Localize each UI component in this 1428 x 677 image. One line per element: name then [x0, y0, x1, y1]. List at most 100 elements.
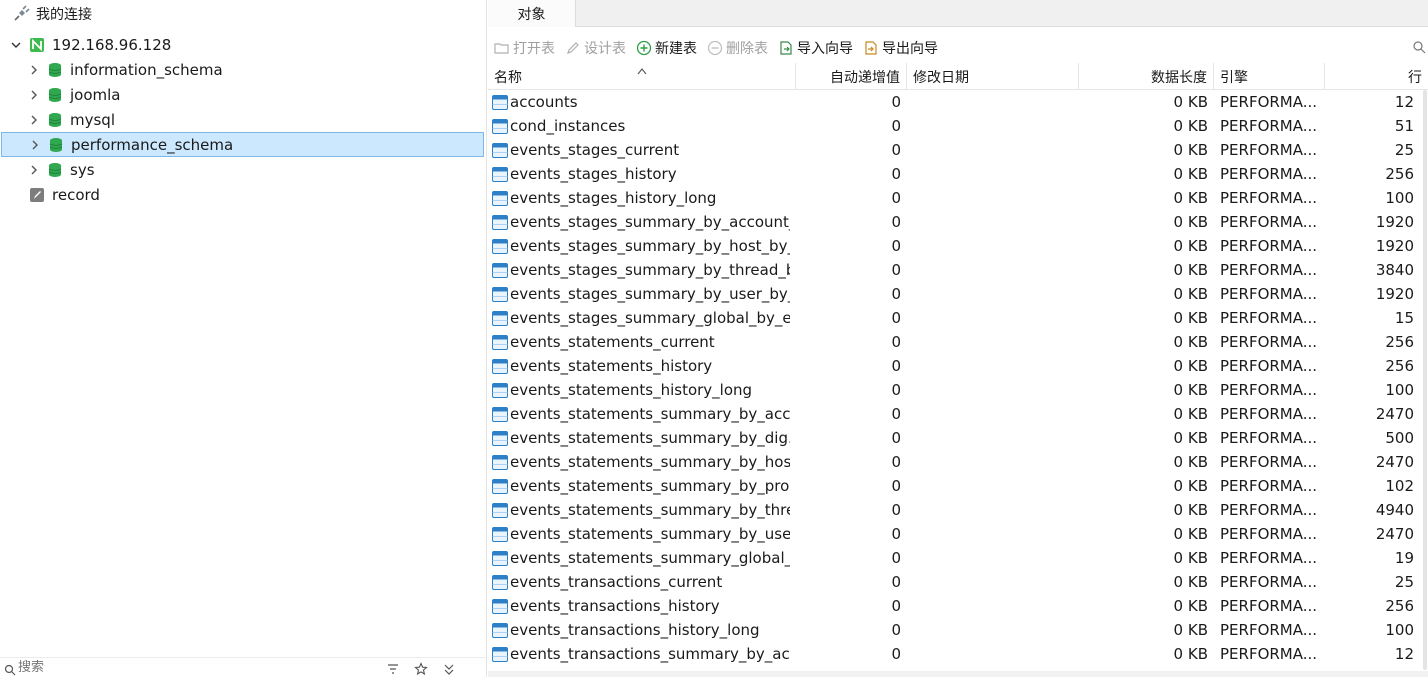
new-table-button[interactable]: 新建表: [636, 38, 697, 58]
column-header-engine[interactable]: 引擎: [1214, 63, 1325, 90]
database-node-selected[interactable]: performance_schema: [1, 132, 484, 157]
navigator-search-bar: [0, 657, 486, 677]
database-label: information_schema: [70, 60, 223, 79]
table-row[interactable]: events_statements_history 0 0 KB PERFORMA..…: [488, 354, 1428, 378]
table-row[interactable]: events_statements_summary_by_hos... 0 0 KB…: [488, 450, 1428, 474]
export-wizard-button[interactable]: 导出向导: [863, 38, 938, 58]
table-row[interactable]: events_stages_summary_by_thread_b... 0 0 K…: [488, 258, 1428, 282]
table-icon: [492, 118, 508, 134]
table-icon: [492, 310, 508, 326]
column-header-rows[interactable]: 行: [1325, 63, 1428, 90]
search-icon: [4, 662, 16, 675]
cell-data-length: 0 KB: [1173, 189, 1208, 207]
column-header-data-length[interactable]: 数据长度: [1079, 63, 1214, 90]
table-icon: [492, 598, 508, 614]
horizontal-scrollbar[interactable]: [488, 671, 1428, 677]
cell-auto-increment: 0: [891, 285, 901, 303]
database-node[interactable]: sys: [0, 157, 484, 182]
table-row[interactable]: events_statements_summary_by_pro... 0 0 KB…: [488, 474, 1428, 498]
database-icon: [47, 62, 63, 78]
open-table-button[interactable]: 打开表: [494, 38, 555, 58]
cell-rows: 256: [1385, 357, 1414, 375]
design-table-button[interactable]: 设计表: [565, 38, 626, 58]
table-row[interactable]: events_stages_current 0 0 KB PERFORMA... 25: [488, 138, 1428, 162]
cell-modified: [907, 186, 1079, 210]
cell-modified: [907, 138, 1079, 162]
chevron-down-icon[interactable]: [9, 38, 23, 52]
cell-name: events_stages_history_long: [488, 186, 796, 210]
table-row[interactable]: events_statements_summary_global_... 0 0 K…: [488, 546, 1428, 570]
table-row[interactable]: events_statements_summary_by_dig... 0 0 KB…: [488, 426, 1428, 450]
vertical-scrollbar[interactable]: [1420, 90, 1428, 675]
cell-name: events_statements_summary_by_acc...: [488, 402, 796, 426]
chevron-right-icon[interactable]: [27, 163, 41, 177]
cell-modified: [907, 570, 1079, 594]
table-name: events_transactions_history: [510, 597, 720, 615]
table-icon: [492, 454, 508, 470]
cell-data-length: 0 KB: [1173, 405, 1208, 423]
tab-objects[interactable]: 对象: [488, 0, 576, 27]
table-icon: [492, 94, 508, 110]
table-name: events_stages_summary_by_host_by_...: [510, 237, 790, 255]
table-row[interactable]: cond_instances 0 0 KB PERFORMA... 51: [488, 114, 1428, 138]
table-row[interactable]: events_statements_current 0 0 KB PERFORMA..…: [488, 330, 1428, 354]
database-node[interactable]: information_schema: [0, 57, 484, 82]
table-row[interactable]: events_stages_history_long 0 0 KB PERFORMA.…: [488, 186, 1428, 210]
column-header-modified[interactable]: 修改日期: [907, 63, 1079, 90]
chevron-right-icon[interactable]: [28, 138, 42, 152]
database-node[interactable]: mysql: [0, 107, 484, 132]
table-row[interactable]: events_stages_summary_by_host_by_... 0 0 K…: [488, 234, 1428, 258]
table-row[interactable]: events_statements_summary_by_thre... 0 0 K…: [488, 498, 1428, 522]
cell-engine: PERFORMA...: [1220, 117, 1318, 135]
table-row[interactable]: events_stages_summary_by_account_... 0 0 K…: [488, 210, 1428, 234]
cell-auto-increment: 0: [891, 93, 901, 111]
cell-rows: 2470: [1375, 525, 1414, 543]
table-name: events_statements_summary_global_...: [510, 549, 790, 567]
table-row[interactable]: events_statements_history_long 0 0 KB PERFO…: [488, 378, 1428, 402]
scrollbar-thumb[interactable]: [1423, 90, 1427, 670]
table-row[interactable]: events_statements_summary_by_user... 0 0 K…: [488, 522, 1428, 546]
table-name: events_stages_summary_by_account_...: [510, 213, 790, 231]
delete-table-button[interactable]: 删除表: [707, 38, 768, 58]
cell-auto-increment: 0: [891, 645, 901, 663]
star-icon[interactable]: [414, 662, 428, 676]
folder-open-icon: [494, 40, 510, 56]
table-icon: [492, 262, 508, 278]
table-row[interactable]: events_stages_summary_by_user_by_... 0 0 K…: [488, 282, 1428, 306]
table-name: events_statements_history: [510, 357, 713, 375]
cell-rows: 4940: [1375, 501, 1414, 519]
filter-icon[interactable]: [386, 662, 400, 676]
cell-modified: [907, 306, 1079, 330]
search-icon[interactable]: [1412, 40, 1426, 54]
cell-auto-increment: 0: [891, 405, 901, 423]
collapse-icon[interactable]: [442, 662, 456, 676]
chevron-right-icon[interactable]: [27, 88, 41, 102]
cell-name: events_statements_summary_by_user...: [488, 522, 796, 546]
table-row[interactable]: events_transactions_history_long 0 0 KB PER…: [488, 618, 1428, 642]
table-row[interactable]: events_transactions_current 0 0 KB PERFORMA…: [488, 570, 1428, 594]
column-header-auto-increment[interactable]: 自动递增值: [796, 63, 907, 90]
chevron-right-icon[interactable]: [27, 63, 41, 77]
import-wizard-button[interactable]: 导入向导: [778, 38, 853, 58]
connection-node[interactable]: 192.168.96.128: [0, 32, 484, 57]
table-row[interactable]: events_stages_history 0 0 KB PERFORMA... 256: [488, 162, 1428, 186]
table-name: events_statements_summary_by_user...: [510, 525, 790, 543]
chevron-right-icon[interactable]: [27, 113, 41, 127]
table-icon: [492, 382, 508, 398]
database-node[interactable]: joomla: [0, 82, 484, 107]
objects-table: 名称 自动递增值 修改日期 数据长度 引擎 行 accounts 0 0 KB …: [488, 63, 1428, 666]
cell-auto-increment: 0: [891, 165, 901, 183]
cell-auto-increment: 0: [891, 117, 901, 135]
table-name: cond_instances: [510, 117, 626, 135]
table-row[interactable]: events_transactions_summary_by_acc... 0 0 …: [488, 642, 1428, 666]
pencil-connection-icon: [29, 187, 45, 203]
pencil-icon: [565, 40, 581, 56]
cell-engine: PERFORMA...: [1220, 237, 1318, 255]
navigator-search-input[interactable]: [18, 660, 218, 675]
table-row[interactable]: accounts 0 0 KB PERFORMA... 12: [488, 90, 1428, 114]
table-row[interactable]: events_statements_summary_by_acc... 0 0 KB…: [488, 402, 1428, 426]
record-node[interactable]: record: [0, 182, 484, 207]
table-row[interactable]: events_transactions_history 0 0 KB PERFORMA…: [488, 594, 1428, 618]
table-row[interactable]: events_stages_summary_global_by_e... 0 0 K…: [488, 306, 1428, 330]
column-name-label: 名称: [494, 69, 522, 86]
